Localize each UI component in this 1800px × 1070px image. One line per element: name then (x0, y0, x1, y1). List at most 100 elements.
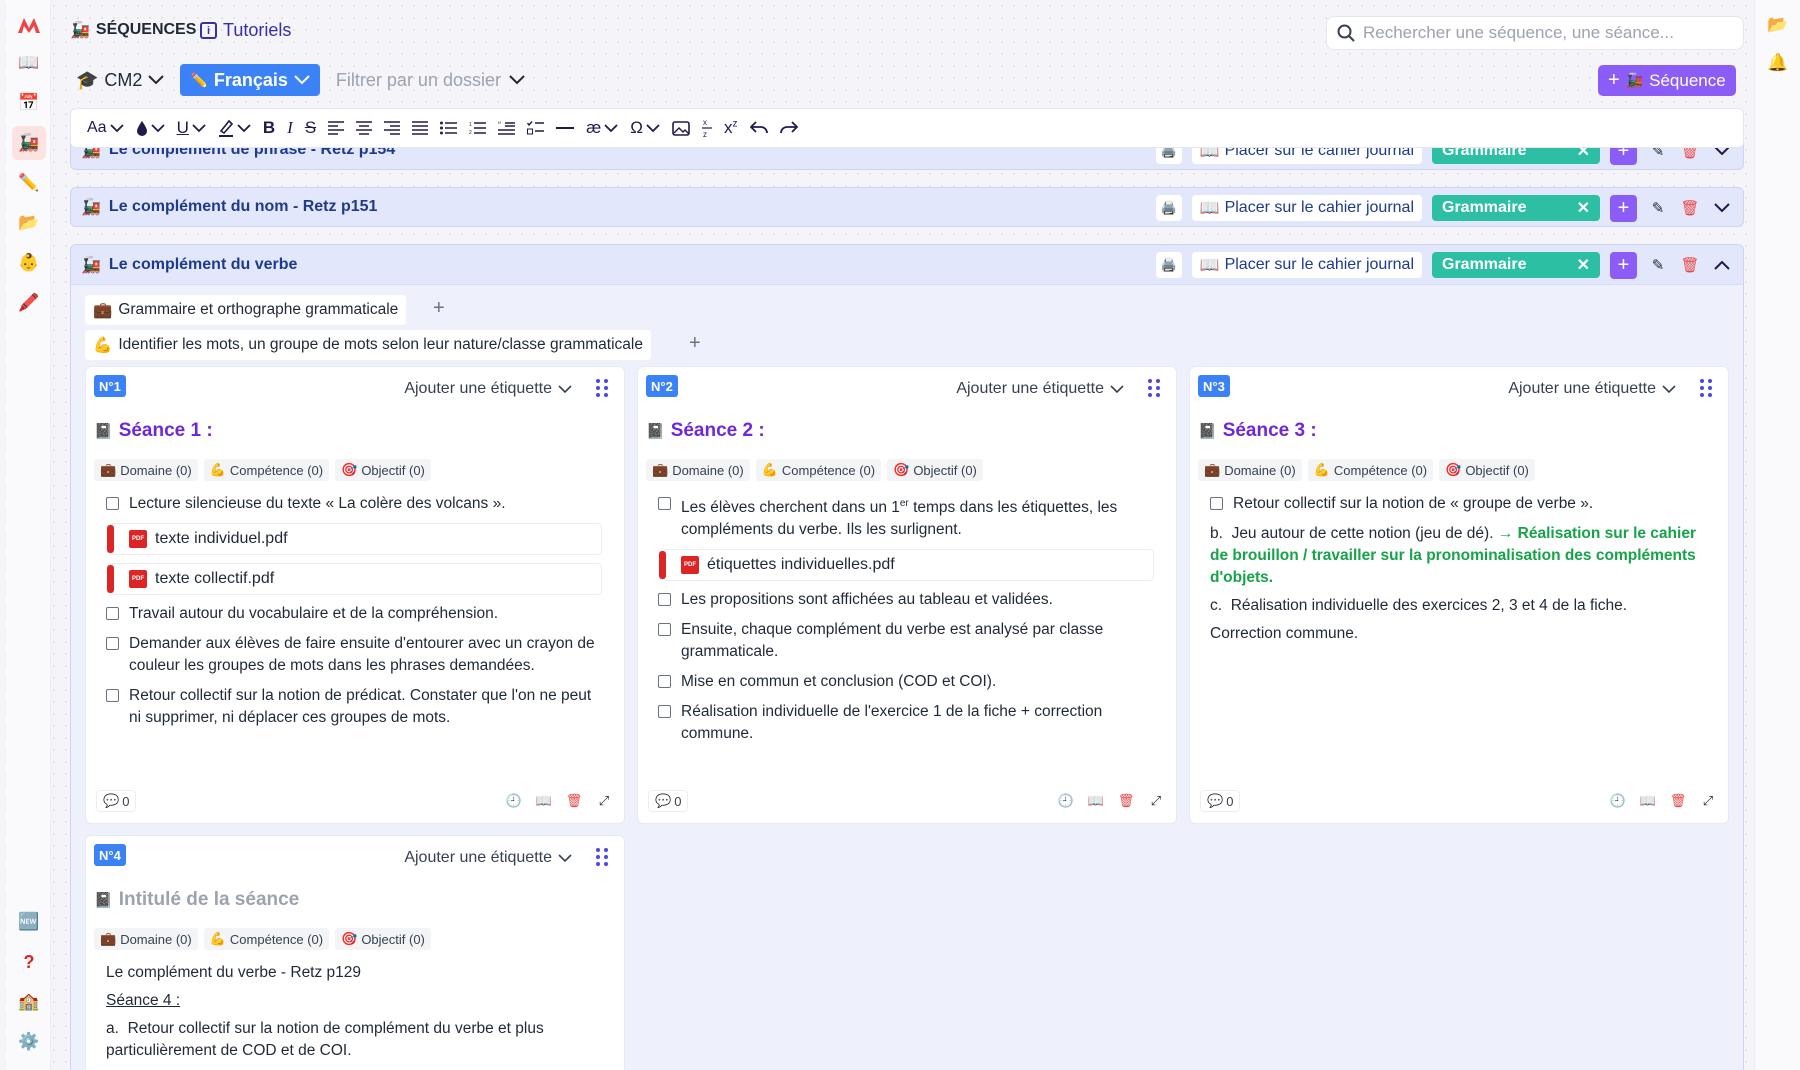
edit-button[interactable]: ✎ (1647, 197, 1669, 219)
competence-pill[interactable]: 💪 Compétence (0) (755, 459, 882, 481)
task-checkbox[interactable] (658, 705, 671, 719)
print-button[interactable]: 🖨️ (1155, 195, 1182, 221)
trash-icon[interactable]: 🗑 (1118, 793, 1135, 809)
pencil-icon[interactable]: ✏️ (12, 166, 46, 200)
search-input[interactable] (1363, 23, 1723, 43)
drag-handle-icon[interactable] (596, 848, 610, 866)
objectif-pill[interactable]: 🎯 Objectif (0) (335, 459, 431, 481)
task-checkbox[interactable] (106, 689, 119, 702)
competence-pill[interactable]: 💪 Compétence (0) (1307, 459, 1434, 481)
task-checkbox[interactable] (106, 607, 119, 620)
book-icon[interactable]: 📖 (536, 793, 552, 809)
seance-title[interactable]: 📓 Séance 1 : (94, 420, 213, 442)
task-checkbox[interactable] (106, 637, 119, 650)
subscript-button[interactable]: xz (702, 115, 712, 141)
trash-icon[interactable]: 🗑 (1670, 793, 1687, 809)
objectif-pill[interactable]: 🎯 Objectif (0) (1439, 459, 1535, 481)
seance-title[interactable]: 📓 Séance 2 : (646, 420, 765, 442)
calendar-icon[interactable]: 📅 (12, 86, 46, 120)
add-competence-button[interactable]: + (689, 332, 701, 355)
objectif-pill[interactable]: 🎯 Objectif (0) (335, 928, 431, 950)
close-icon[interactable]: ✕ (1577, 198, 1590, 218)
subject-tag[interactable]: Grammaire ✕ (1432, 252, 1600, 278)
bell-icon[interactable]: 🔔 (1761, 46, 1795, 80)
comments-button[interactable]: 💬 0 (648, 790, 689, 812)
trash-icon[interactable]: 🗑 (566, 793, 583, 809)
competence-pill[interactable]: 💪 Compétence (0) (203, 459, 330, 481)
strike-button[interactable]: S (305, 115, 316, 141)
clock-icon[interactable]: 🕘 (1610, 793, 1626, 809)
add-button[interactable]: + (1610, 251, 1637, 279)
folder-icon[interactable]: 📂 (12, 206, 46, 240)
align-left-button[interactable] (328, 115, 345, 141)
domaine-pill[interactable]: 💼 Domaine (0) (94, 459, 198, 481)
print-button[interactable]: 🖨️ (1155, 252, 1182, 278)
quote-button[interactable]: “ (498, 115, 516, 141)
train-icon[interactable]: 🚂 (12, 126, 46, 160)
search-bar[interactable] (1326, 16, 1744, 50)
delete-button[interactable]: 🗑 (1679, 197, 1701, 219)
domaine-pill[interactable]: 💼 Domaine (0) (1198, 459, 1302, 481)
expand-icon[interactable]: ⤢ (1148, 793, 1164, 809)
superscript-button[interactable]: xz (724, 115, 738, 141)
settings-icon[interactable]: ⚙️ (12, 1025, 46, 1059)
place-journal-button[interactable]: 📖 Placer sur le cahier journal (1191, 252, 1422, 278)
subject-tag[interactable]: Grammaire ✕ (1432, 195, 1600, 221)
task-checkbox[interactable] (658, 497, 671, 510)
new-sequence-button[interactable]: + 🚂 Séquence (1598, 65, 1736, 96)
image-button[interactable] (672, 115, 690, 141)
edit-button[interactable]: ✎ (1647, 254, 1669, 276)
objectif-pill[interactable]: 🎯 Objectif (0) (887, 459, 983, 481)
task-checkbox[interactable] (658, 623, 671, 637)
special-chars-button[interactable]: Ω (630, 115, 660, 141)
close-icon[interactable]: ✕ (1577, 255, 1590, 275)
add-tag-dropdown[interactable]: Ajouter une étiquette (396, 844, 580, 872)
book-icon[interactable]: 📖 (1640, 793, 1656, 809)
book-icon[interactable]: 📖 (12, 46, 46, 80)
domaine-pill[interactable]: 💼 Domaine (0) (94, 928, 198, 950)
task-checkbox[interactable] (658, 593, 671, 607)
highlight-button[interactable] (218, 115, 251, 141)
seance-content[interactable]: Le complément du verbe - Retz p129 Séanc… (106, 962, 602, 1068)
comments-button[interactable]: 💬 0 (96, 790, 137, 812)
add-button[interactable]: + (1610, 194, 1637, 222)
competence-chip[interactable]: 💪 Identifier les mots, un groupe de mots… (85, 330, 651, 360)
add-domain-button[interactable]: + (433, 297, 445, 320)
clock-icon[interactable]: 🕘 (506, 793, 522, 809)
level-select[interactable]: 🎓 CM2 (70, 64, 170, 96)
italic-button[interactable]: I (287, 115, 293, 141)
add-tag-dropdown[interactable]: Ajouter une étiquette (1500, 375, 1684, 403)
task-checkbox[interactable] (658, 675, 671, 689)
seance-title[interactable]: 📓 Séance 3 : (1198, 420, 1317, 442)
pdf-attachment[interactable]: PDF étiquettes individuelles.pdf (659, 549, 1154, 582)
font-size-button[interactable]: Aa (87, 115, 124, 141)
underline-style-button[interactable]: U (177, 115, 206, 141)
red-pen-icon[interactable]: 🖍️ (12, 286, 46, 320)
school-icon[interactable]: 🏫 (12, 985, 46, 1019)
drag-handle-icon[interactable] (596, 379, 610, 397)
seance-title[interactable]: 📓 Intitulé de la séance (94, 889, 299, 911)
delete-button[interactable]: 🗑 (1679, 254, 1701, 276)
sequence-header[interactable]: 🚂 Le complément du verbe 🖨️ 📖 Placer sur … (71, 245, 1743, 285)
book-icon[interactable]: 📖 (1088, 793, 1104, 809)
add-tag-dropdown[interactable]: Ajouter une étiquette (396, 375, 580, 403)
task-checkbox[interactable] (1210, 497, 1223, 510)
text-color-button[interactable] (136, 115, 165, 141)
domaine-pill[interactable]: 💼 Domaine (0) (646, 459, 750, 481)
undo-button[interactable] (749, 115, 768, 141)
help-icon[interactable]: ? (12, 945, 46, 979)
expand-icon[interactable]: ⤢ (596, 793, 612, 809)
competence-pill[interactable]: 💪 Compétence (0) (203, 928, 330, 950)
sequence-row[interactable]: 🚂 Le complément du nom - Retz p151 🖨️ 📖 P… (70, 187, 1744, 227)
new-badge-icon[interactable]: 🆕 (12, 905, 46, 939)
comments-button[interactable]: 💬 0 (1200, 790, 1241, 812)
align-center-button[interactable] (356, 115, 373, 141)
checklist-button[interactable] (527, 115, 545, 141)
numbered-list-button[interactable]: 12 (469, 115, 487, 141)
collapse-button[interactable] (1711, 254, 1733, 276)
drag-handle-icon[interactable] (1148, 379, 1162, 397)
justify-button[interactable] (412, 115, 429, 141)
domain-chip[interactable]: 💼 Grammaire et orthographe grammaticale (85, 295, 407, 325)
pdf-attachment[interactable]: PDF texte individuel.pdf (107, 523, 602, 555)
redo-button[interactable] (779, 115, 798, 141)
